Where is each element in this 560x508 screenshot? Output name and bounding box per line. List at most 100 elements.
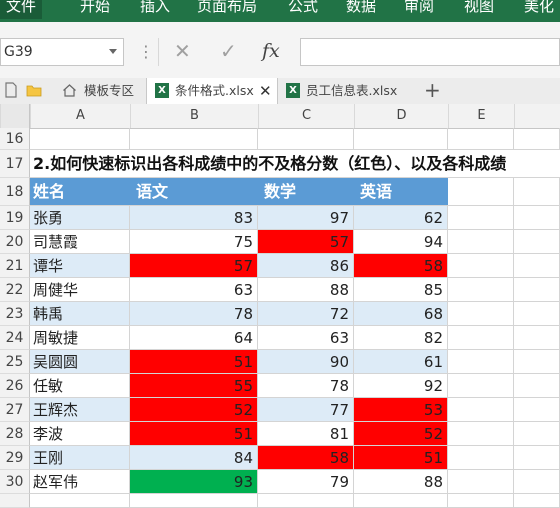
- grid-cell[interactable]: [514, 178, 560, 206]
- grid-cell[interactable]: [30, 128, 130, 150]
- column-title-chinese[interactable]: 语文: [130, 178, 258, 206]
- row-header[interactable]: 17: [0, 150, 30, 178]
- score-cell-chinese[interactable]: 51: [130, 350, 258, 374]
- tab-page-layout[interactable]: 页面布局: [197, 0, 257, 16]
- score-cell-math[interactable]: 77: [258, 398, 354, 422]
- score-cell-chinese[interactable]: 78: [130, 302, 258, 326]
- row-header[interactable]: 16: [0, 128, 30, 150]
- score-cell-math[interactable]: 86: [258, 254, 354, 278]
- name-box[interactable]: G39: [0, 38, 124, 66]
- score-cell-chinese[interactable]: 83: [130, 206, 258, 230]
- file-icon[interactable]: [3, 82, 19, 98]
- grid-cell[interactable]: [514, 422, 560, 446]
- column-title-name[interactable]: 姓名: [30, 178, 130, 206]
- grid-cell[interactable]: [30, 494, 130, 508]
- score-cell-english[interactable]: 85: [354, 278, 448, 302]
- score-cell-english[interactable]: 92: [354, 374, 448, 398]
- row-header[interactable]: 18: [0, 178, 30, 206]
- row-header[interactable]: 25: [0, 350, 30, 374]
- student-name-cell[interactable]: 周敏捷: [30, 326, 130, 350]
- grid-cell[interactable]: [258, 128, 354, 150]
- add-tab-icon[interactable]: +: [424, 77, 441, 103]
- tab-view[interactable]: 视图: [464, 0, 494, 16]
- score-cell-chinese[interactable]: 57: [130, 254, 258, 278]
- grid-cell[interactable]: [514, 398, 560, 422]
- insert-function-icon[interactable]: fx: [262, 40, 280, 62]
- score-cell-english[interactable]: 61: [354, 350, 448, 374]
- row-header[interactable]: 28: [0, 422, 30, 446]
- row-header[interactable]: 27: [0, 398, 30, 422]
- grid-cell[interactable]: [448, 128, 514, 150]
- grid-cell[interactable]: [514, 494, 560, 508]
- grid-cell[interactable]: [448, 374, 514, 398]
- sheet-title[interactable]: 2.如何快速标识出各科成绩中的不及格分数（红色）、以及各科成绩: [30, 150, 560, 178]
- row-header[interactable]: 30: [0, 470, 30, 494]
- score-cell-english[interactable]: 62: [354, 206, 448, 230]
- score-cell-chinese[interactable]: 93: [130, 470, 258, 494]
- close-icon[interactable]: ✕: [259, 78, 272, 104]
- student-name-cell[interactable]: 赵军伟: [30, 470, 130, 494]
- tab-review[interactable]: 审阅: [404, 0, 434, 16]
- score-cell-english[interactable]: 58: [354, 254, 448, 278]
- grid-cell[interactable]: [258, 494, 354, 508]
- tab-file[interactable]: 文件: [0, 0, 43, 19]
- formula-input[interactable]: [300, 38, 560, 66]
- grid-cell[interactable]: [448, 230, 514, 254]
- check-icon[interactable]: ✓: [220, 39, 237, 63]
- score-cell-math[interactable]: 79: [258, 470, 354, 494]
- column-title-english[interactable]: 英语: [354, 178, 448, 206]
- student-name-cell[interactable]: 王刚: [30, 446, 130, 470]
- row-header[interactable]: 22: [0, 278, 30, 302]
- student-name-cell[interactable]: 吴圆圆: [30, 350, 130, 374]
- grid-cell[interactable]: [448, 302, 514, 326]
- score-cell-english[interactable]: 51: [354, 446, 448, 470]
- grid-cell[interactable]: [514, 374, 560, 398]
- tab-template-zone[interactable]: 模板专区: [54, 78, 146, 104]
- grid-cell[interactable]: [130, 128, 258, 150]
- tab-insert[interactable]: 插入: [140, 0, 170, 16]
- student-name-cell[interactable]: 李波: [30, 422, 130, 446]
- score-cell-chinese[interactable]: 51: [130, 422, 258, 446]
- student-name-cell[interactable]: 谭华: [30, 254, 130, 278]
- score-cell-math[interactable]: 58: [258, 446, 354, 470]
- grid-cell[interactable]: [514, 350, 560, 374]
- row-header[interactable]: 19: [0, 206, 30, 230]
- row-header[interactable]: 26: [0, 374, 30, 398]
- grid-cell[interactable]: [354, 128, 448, 150]
- grid-cell[interactable]: [514, 254, 560, 278]
- row-header[interactable]: 29: [0, 446, 30, 470]
- grid-cell[interactable]: [448, 446, 514, 470]
- score-cell-math[interactable]: 78: [258, 374, 354, 398]
- grid-cell[interactable]: [448, 398, 514, 422]
- row-header[interactable]: 20: [0, 230, 30, 254]
- score-cell-math[interactable]: 81: [258, 422, 354, 446]
- tab-beautify[interactable]: 美化: [524, 0, 554, 16]
- score-cell-math[interactable]: 97: [258, 206, 354, 230]
- tab-formulas[interactable]: 公式: [288, 0, 318, 16]
- row-header[interactable]: 23: [0, 302, 30, 326]
- drag-handle-icon[interactable]: ⋮: [138, 42, 154, 61]
- score-cell-math[interactable]: 90: [258, 350, 354, 374]
- grid-cell[interactable]: [448, 470, 514, 494]
- student-name-cell[interactable]: 任敏: [30, 374, 130, 398]
- score-cell-english[interactable]: 68: [354, 302, 448, 326]
- select-all-corner[interactable]: [0, 104, 30, 128]
- grid-cell[interactable]: [354, 494, 448, 508]
- column-title-math[interactable]: 数学: [258, 178, 354, 206]
- grid-cell[interactable]: [514, 302, 560, 326]
- column-header-d[interactable]: D: [354, 104, 448, 128]
- column-header-c[interactable]: C: [258, 104, 354, 128]
- grid-cell[interactable]: [514, 446, 560, 470]
- score-cell-chinese[interactable]: 84: [130, 446, 258, 470]
- grid-cell[interactable]: [514, 128, 560, 150]
- column-header-a[interactable]: A: [30, 104, 130, 128]
- score-cell-chinese[interactable]: 52: [130, 398, 258, 422]
- grid-cell[interactable]: [448, 422, 514, 446]
- grid-cell[interactable]: [514, 206, 560, 230]
- tab-employee-info[interactable]: X 员工信息表.xlsx: [278, 78, 408, 104]
- grid-cell[interactable]: [448, 254, 514, 278]
- student-name-cell[interactable]: 司慧霞: [30, 230, 130, 254]
- score-cell-math[interactable]: 72: [258, 302, 354, 326]
- score-cell-chinese[interactable]: 64: [130, 326, 258, 350]
- score-cell-english[interactable]: 88: [354, 470, 448, 494]
